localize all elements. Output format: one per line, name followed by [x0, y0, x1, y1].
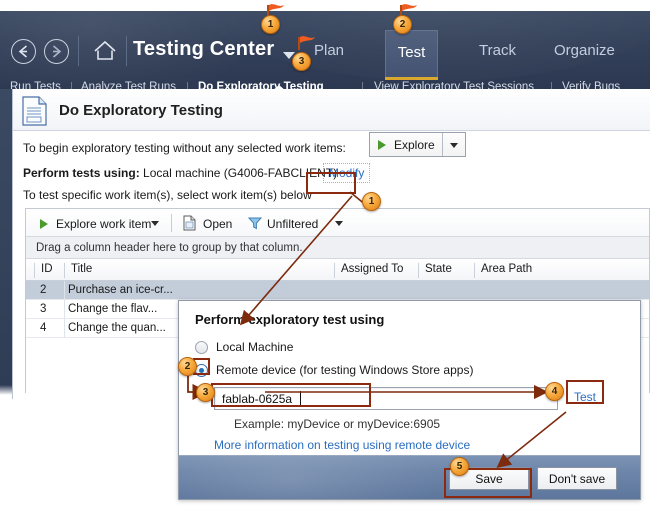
home-button[interactable]	[92, 38, 118, 64]
sub-tab-divider-3	[362, 82, 363, 89]
more-information-link[interactable]: More information on testing using remote…	[214, 438, 470, 452]
app-chrome: Testing Center Plan Test Track Organize …	[0, 11, 650, 89]
column-header-id[interactable]: ID	[34, 263, 64, 278]
filter-button[interactable]: Unfiltered	[267, 217, 318, 231]
callout-badge-2: 2	[178, 357, 197, 376]
sub-tab-divider-4	[551, 82, 552, 89]
perform-tests-using-row: Perform tests using: Local machine (G400…	[23, 166, 337, 180]
page-header: Do Exploratory Testing	[13, 89, 650, 131]
nav-divider-1	[78, 36, 79, 66]
open-document-icon	[183, 215, 196, 234]
app-title: Testing Center	[133, 38, 275, 60]
sub-tab-divider-1	[71, 82, 72, 89]
play-icon	[378, 139, 386, 150]
dialog-footer: Save Don't save	[179, 455, 640, 499]
cell-title: Change the flav...	[68, 303, 158, 315]
left-rail	[0, 89, 12, 389]
play-icon	[40, 219, 48, 229]
highlight-device-input	[211, 383, 371, 407]
group-by-dropzone[interactable]: Drag a column header here to group by th…	[26, 237, 649, 259]
tab-test-label: Test	[397, 44, 426, 61]
cell-id: 3	[40, 303, 47, 315]
device-example-hint: Example: myDevice or myDevice:6905	[234, 417, 441, 431]
chevron-down-icon[interactable]	[450, 143, 458, 148]
callout-badge-1-top: 1	[261, 15, 280, 34]
highlight-test-link	[566, 380, 604, 404]
radio-remote-device-label: Remote device (for testing Windows Store…	[216, 363, 474, 377]
tab-track[interactable]: Track	[477, 42, 518, 59]
cell-title: Change the quan...	[68, 322, 166, 334]
tab-test[interactable]: Test	[385, 30, 438, 78]
group-by-hint: Drag a column header here to group by th…	[36, 242, 303, 254]
sub-tab-do-exploratory-testing[interactable]: Do Exploratory Testing	[198, 81, 324, 89]
column-header-area-path[interactable]: Area Path	[474, 263, 594, 278]
grid-header-row: ID Title Assigned To State Area Path	[26, 259, 649, 281]
radio-local-machine-label: Local Machine	[216, 340, 294, 354]
callout-badge-3: 3	[196, 383, 215, 402]
callout-badge-3-top: 3	[292, 52, 311, 71]
sub-tab-divider-2	[187, 82, 188, 89]
sub-tab-verify-bugs[interactable]: Verify Bugs	[562, 81, 620, 89]
callout-badge-2-top: 2	[393, 15, 412, 34]
sub-tab-bar: Run Tests Analyze Test Runs Do Explorato…	[0, 80, 650, 89]
column-header-title[interactable]: Title	[64, 263, 334, 278]
dialog-title: Perform exploratory test using	[195, 312, 385, 327]
page-title: Do Exploratory Testing	[59, 102, 223, 119]
grid-toolbar: Explore work item Open Unfiltered	[26, 209, 649, 237]
home-icon	[94, 40, 116, 60]
callout-badge-5: 5	[450, 457, 469, 476]
explore-work-item-button[interactable]: Explore work item	[56, 217, 151, 231]
select-work-items-label: To test specific work item(s), select wo…	[23, 188, 312, 202]
sub-tab-run-tests[interactable]: Run Tests	[10, 81, 61, 89]
nav-divider-2	[126, 36, 127, 66]
open-button[interactable]: Open	[203, 217, 232, 231]
left-rail-fade	[0, 385, 12, 395]
chevron-down-icon[interactable]	[335, 221, 343, 226]
funnel-icon	[247, 216, 263, 233]
chevron-down-icon[interactable]	[151, 221, 159, 226]
nav-row: Testing Center Plan Test Track Organize	[0, 11, 650, 80]
cell-id: 4	[40, 322, 47, 334]
toolbar-divider	[171, 214, 172, 232]
dont-save-button[interactable]: Don't save	[537, 467, 617, 490]
highlight-modify	[306, 172, 356, 194]
explore-button[interactable]: Explore	[369, 132, 466, 157]
explore-button-label: Explore	[394, 137, 435, 152]
column-header-state[interactable]: State	[418, 263, 474, 278]
back-arrow-icon	[18, 45, 28, 58]
document-icon	[22, 96, 48, 129]
cell-id: 2	[40, 284, 47, 296]
forward-arrow-icon	[52, 45, 62, 58]
callout-badge-4: 4	[545, 382, 564, 401]
tab-organize[interactable]: Organize	[552, 42, 617, 59]
radio-local-machine-button[interactable]	[195, 341, 208, 354]
back-button[interactable]	[11, 39, 36, 64]
callout-badge-1: 1	[362, 192, 381, 211]
sub-tab-analyze-test-runs[interactable]: Analyze Test Runs	[81, 81, 176, 89]
column-header-assigned-to[interactable]: Assigned To	[334, 263, 418, 278]
explore-button-separator	[442, 133, 443, 156]
perform-tests-using-label: Perform tests using:	[23, 166, 140, 180]
sub-tab-view-exploratory-test-sessions[interactable]: View Exploratory Test Sessions	[374, 81, 534, 89]
forward-button[interactable]	[44, 39, 69, 64]
cell-title: Purchase an ice-cr...	[68, 284, 173, 296]
table-row[interactable]: 2 Purchase an ice-cr...	[26, 281, 649, 300]
begin-testing-label: To begin exploratory testing without any…	[23, 141, 346, 155]
